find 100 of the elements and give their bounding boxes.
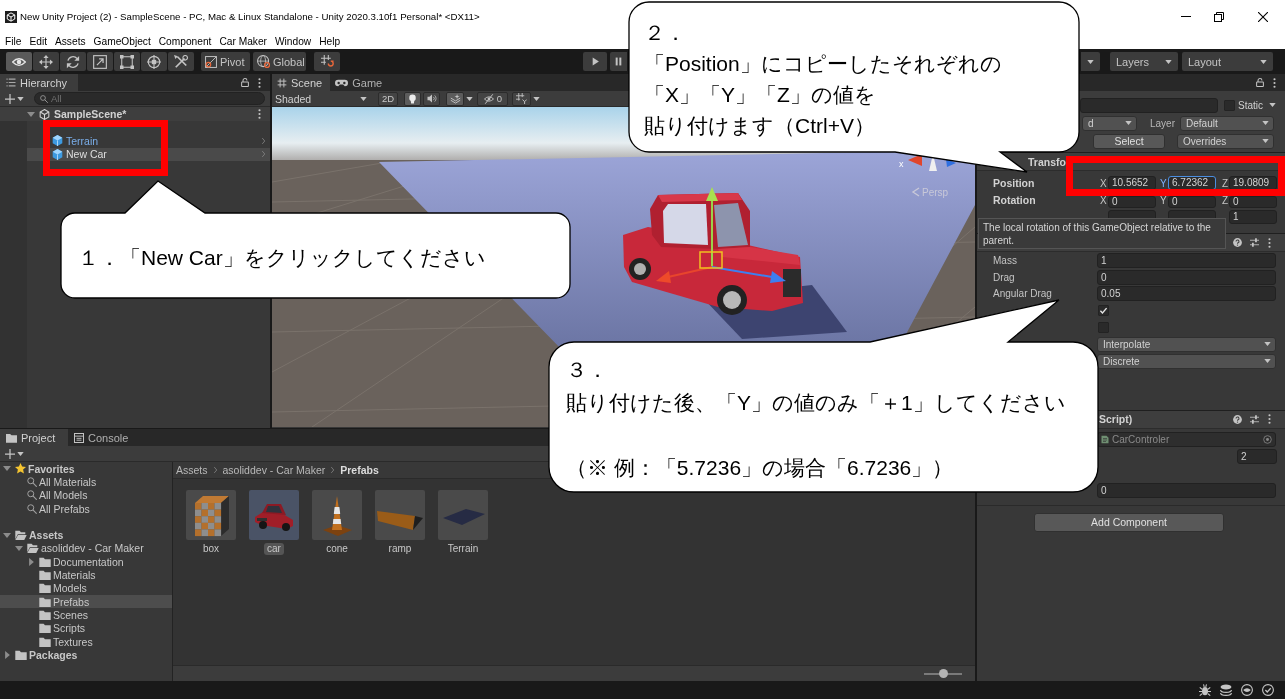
gizmos-button[interactable] [512,91,531,106]
orientation-gizmo[interactable] [908,154,956,171]
menu-item[interactable]: Car Maker [219,35,267,47]
menu-item[interactable]: File [5,35,22,47]
menu-item[interactable]: Assets [55,35,86,47]
global-button[interactable]: Global [253,52,306,71]
help-icon[interactable] [1233,414,1242,424]
tree-item[interactable]: Favorites [0,462,172,476]
dropdown[interactable]: Discrete [1097,353,1276,369]
tree-item[interactable]: Documentation [0,555,172,569]
hierarchy-item[interactable]: Terrain [27,134,270,148]
number-field[interactable]: 19.0809 [1229,176,1277,190]
tree-item[interactable]: All Materials [0,475,172,489]
pivot-button[interactable]: Pivot [201,52,250,71]
breadcrumb-link[interactable]: asoliddev - Car Maker [222,464,326,476]
view-tab[interactable]: Game [330,74,391,91]
tree-item[interactable]: Models [0,581,172,595]
script-field[interactable]: CarControler [1097,432,1276,448]
number-field[interactable]: 0 [1108,196,1156,208]
tree-item[interactable]: Assets [0,528,172,542]
lock-icon[interactable] [241,78,249,87]
tree-item[interactable]: All Prefabs [0,501,172,516]
effects-toggle[interactable] [446,91,464,106]
lighting-toggle[interactable] [404,91,421,106]
asset-item[interactable]: car [249,490,299,555]
sliders-icon[interactable] [1250,414,1259,424]
audio-toggle[interactable] [423,91,440,106]
menu-item[interactable]: Window [275,35,312,47]
stack-icon[interactable] [1220,684,1232,696]
move-tool-button[interactable] [33,52,59,71]
tag-dropdown[interactable]: d [1082,115,1137,131]
shading-dropdown[interactable]: Shaded [272,91,372,106]
rect-tool-button[interactable] [114,52,140,71]
slider-thumb[interactable] [938,669,948,678]
number-field[interactable]: 0.05 [1097,286,1276,302]
number-field[interactable]: 1 [1229,210,1277,224]
asset-item[interactable]: cone [312,490,362,555]
number-field[interactable]: 2 [1237,449,1277,465]
breadcrumb-link[interactable]: Assets [176,464,208,476]
tree-item[interactable]: All Models [0,488,172,502]
play-button[interactable] [583,52,607,71]
checkbox[interactable] [1098,305,1109,317]
kebab-icon[interactable] [1268,237,1271,248]
panel-tab[interactable]: Project [0,429,68,446]
mode-2d-toggle[interactable]: 2D [378,91,398,106]
overrides-dropdown[interactable]: Overrides [1177,133,1274,149]
menu-item[interactable]: Help [319,35,341,47]
tree-item[interactable]: Prefabs [0,594,172,609]
move-gizmo[interactable] [656,187,786,283]
panel-tab[interactable]: Console [68,429,137,446]
bug-icon[interactable] [1199,684,1211,696]
hierarchy-tab[interactable]: Hierarchy [0,74,78,91]
close-icon[interactable] [1258,11,1268,22]
asset-item[interactable]: box [186,490,236,555]
tree-item[interactable]: Textures [0,634,172,649]
dropdown[interactable]: Interpolate [1097,336,1276,352]
layout-dropdown[interactable]: Layout [1182,52,1273,71]
menu-item[interactable]: Edit [29,35,47,47]
lock-icon[interactable] [1256,78,1264,87]
number-field[interactable]: 10.5652 [1108,176,1156,190]
snap-button[interactable] [314,52,340,71]
tree-item[interactable]: Scripts [0,621,172,635]
name-field[interactable] [1080,97,1218,113]
layer-dropdown[interactable]: Default [1180,115,1274,131]
static-dropdown[interactable]: Static [1238,97,1279,113]
menu-item[interactable]: Component [158,35,212,47]
hierarchy-item[interactable]: New Car [27,147,270,161]
asset-item[interactable]: Terrain [438,490,488,555]
custom-tool-button[interactable] [168,52,194,71]
view-tab[interactable]: Scene [272,74,331,91]
check-circle-icon[interactable] [1262,684,1274,696]
sliders-icon[interactable] [1250,238,1259,247]
toolbar-dropdown[interactable] [1081,52,1100,71]
menu-item[interactable]: GameObject [93,35,151,47]
number-field[interactable]: 1 [1097,252,1276,268]
globe-eye-icon[interactable] [1241,684,1253,696]
target-icon[interactable] [1263,435,1272,445]
kebab-icon[interactable] [258,77,261,88]
kebab-icon[interactable] [1268,414,1271,425]
tree-item[interactable]: Scenes [0,608,172,622]
kebab-icon[interactable] [258,109,261,119]
scale-tool-button[interactable] [87,52,113,71]
number-field[interactable]: 0 [1097,269,1276,285]
breadcrumb-link[interactable]: Prefabs [340,464,379,476]
restore-icon[interactable] [1214,11,1224,22]
add-component-button[interactable]: Add Component [1034,512,1224,532]
tree-item[interactable]: Materials [0,568,172,582]
static-checkbox[interactable] [1224,99,1235,111]
layers-dropdown[interactable]: Layers [1110,52,1178,71]
number-field[interactable]: 0 [1168,196,1216,208]
rotate-tool-button[interactable] [60,52,86,71]
kebab-icon[interactable] [1273,77,1276,88]
select-button[interactable]: Select [1093,133,1165,149]
tree-item[interactable]: Packages [0,648,172,662]
tree-item[interactable]: asoliddev - Car Maker [0,541,172,556]
view-tool-button[interactable] [6,52,32,71]
number-field[interactable]: 6.72362 [1168,176,1216,190]
pause-button[interactable] [610,52,627,71]
help-icon[interactable] [1233,238,1242,247]
transform-tool-button[interactable] [141,52,167,71]
